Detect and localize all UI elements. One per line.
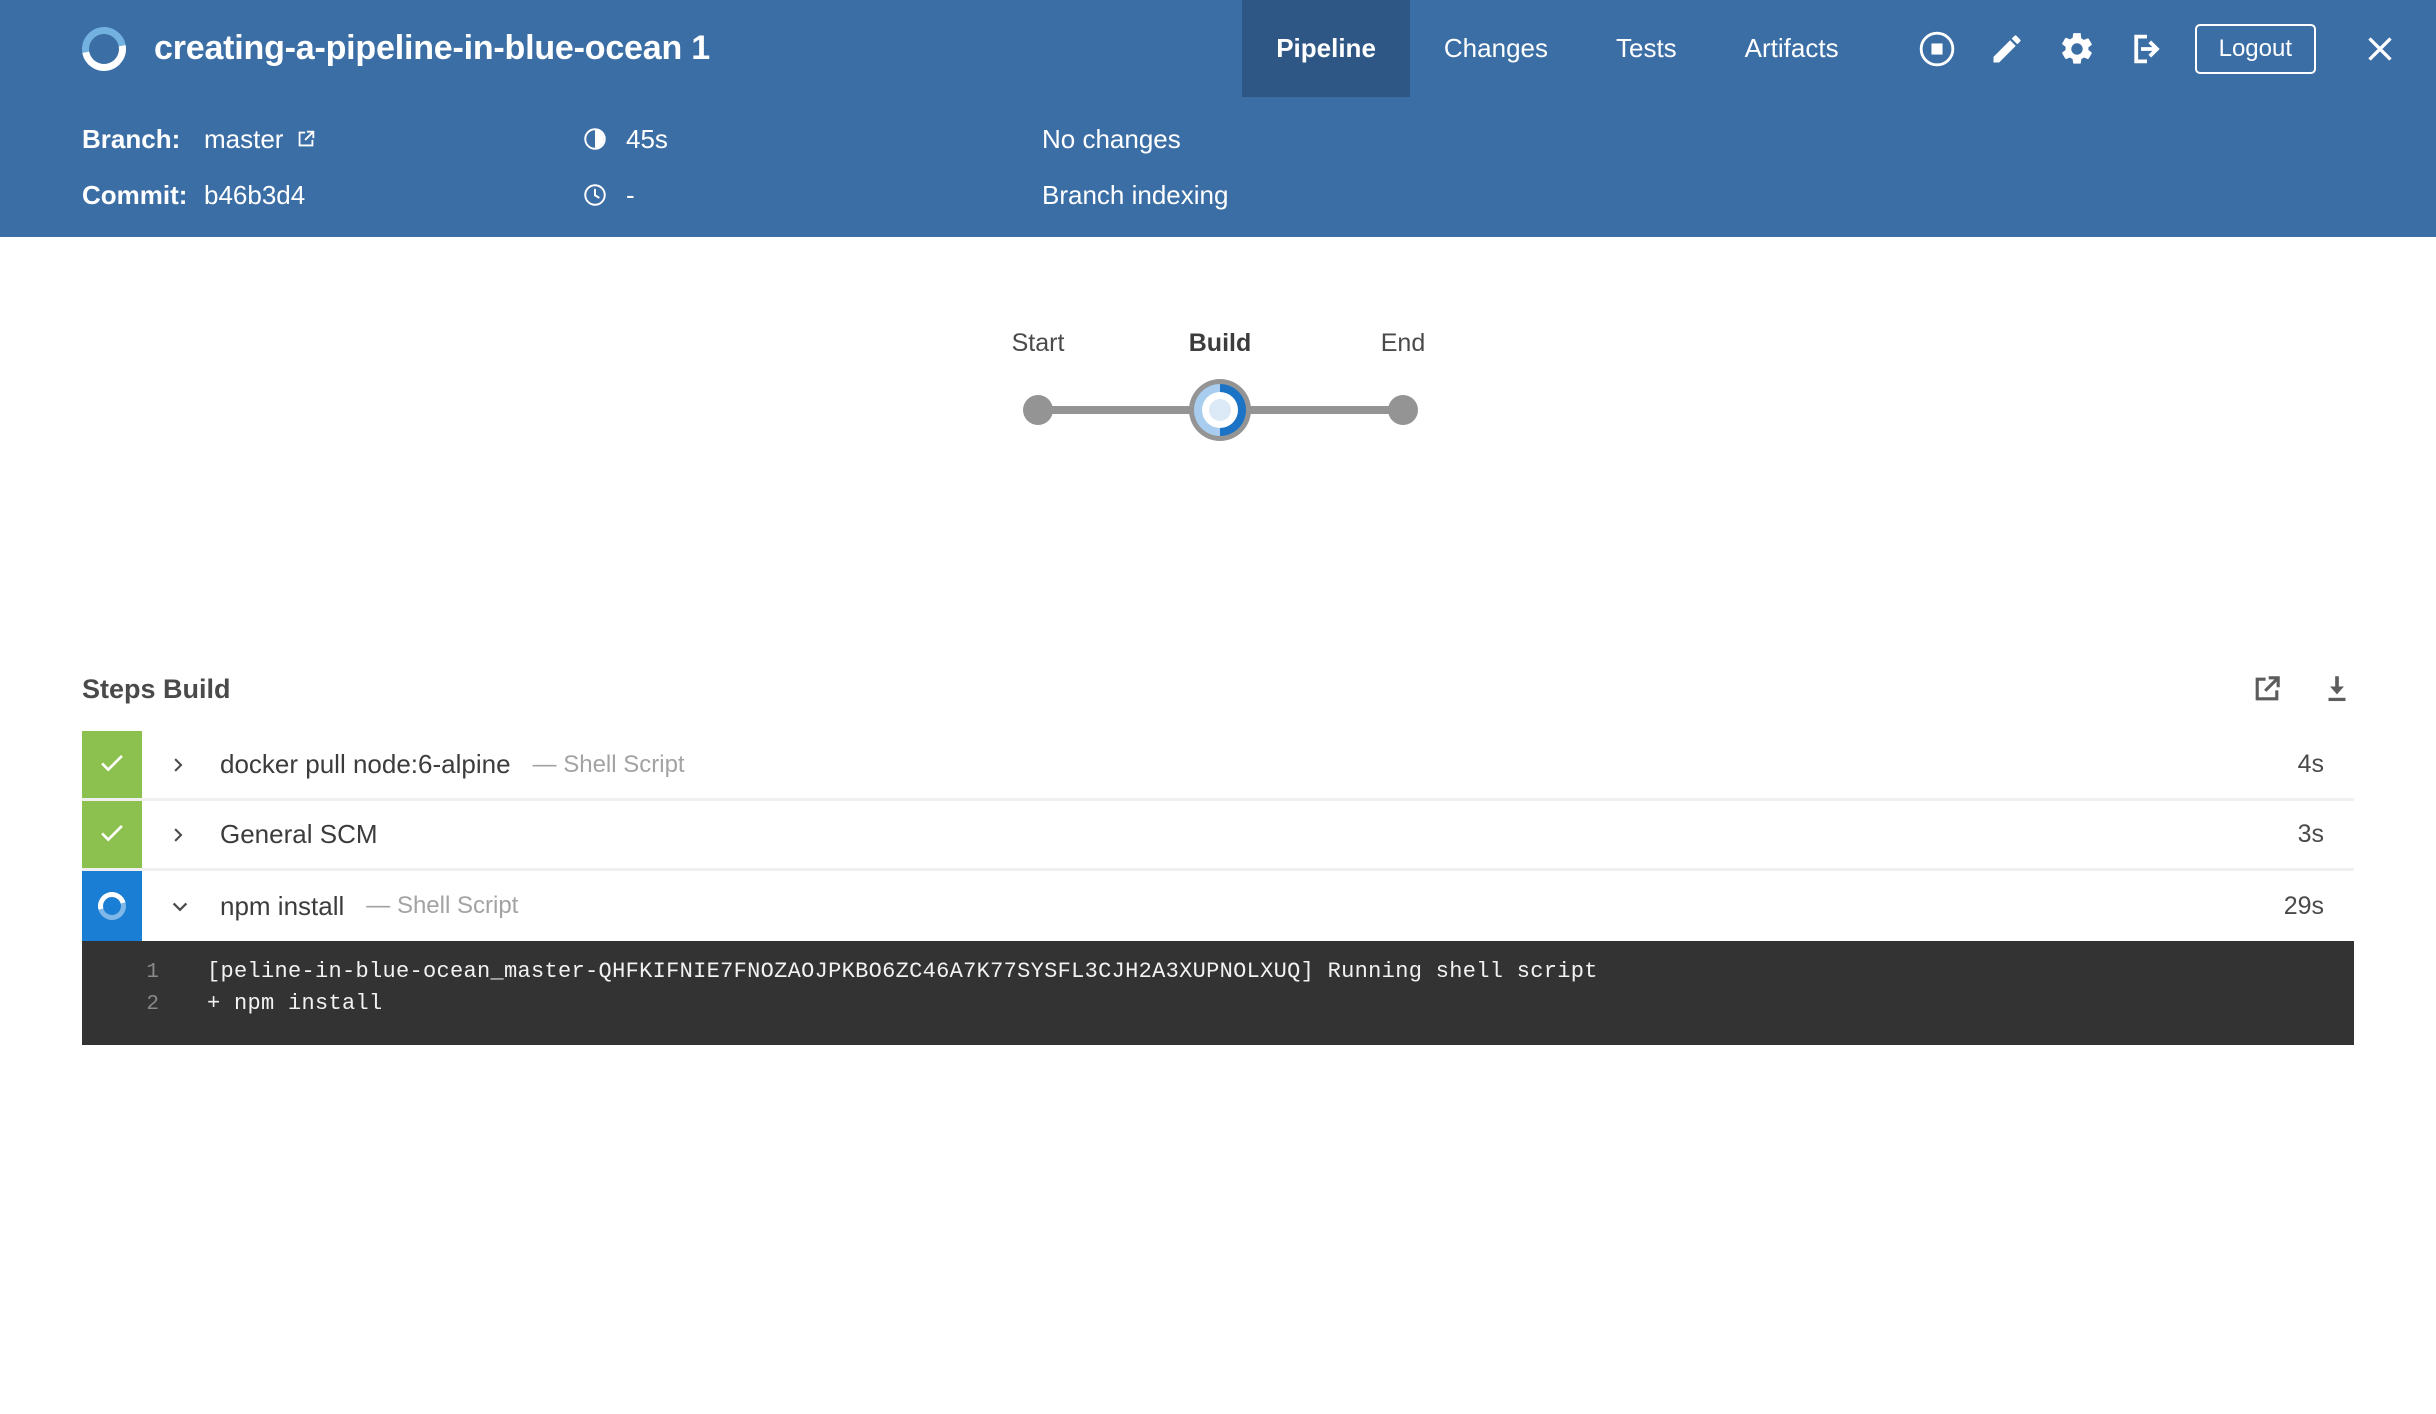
meta-column-timing: 45s - xyxy=(582,111,1042,223)
steps-header-actions xyxy=(2250,672,2354,706)
pipeline-node-build[interactable] xyxy=(1189,379,1251,441)
commit-value[interactable]: b46b3d4 xyxy=(204,180,305,211)
stop-build-icon[interactable] xyxy=(1915,27,1959,71)
branch-row: Branch: master xyxy=(82,111,582,167)
header-spacer xyxy=(710,0,1242,97)
pipeline-node-labels: Start Build End xyxy=(1012,329,1426,379)
commit-row: Commit: b46b3d4 xyxy=(82,167,582,223)
step-name: docker pull node:6-alpine xyxy=(220,749,511,779)
duration-value: 45s xyxy=(626,123,668,154)
time-row: - xyxy=(582,167,1042,223)
step-name: npm install xyxy=(220,890,345,921)
step-duration: 3s xyxy=(2297,820,2324,848)
page-title: creating-a-pipeline-in-blue-ocean 1 xyxy=(154,29,710,67)
log-line-number: 1 xyxy=(146,961,159,984)
step-body: docker pull node:6-alpine — Shell Script xyxy=(142,731,2298,798)
step-status-running xyxy=(82,871,142,941)
tab-artifacts[interactable]: Artifacts xyxy=(1711,0,1873,97)
log-line-text: [peline-in-blue-ocean_master-QHFKIFNIE7F… xyxy=(207,959,1598,984)
check-icon xyxy=(97,817,127,852)
node-label-end: End xyxy=(1380,329,1426,357)
steps-title: Steps Build xyxy=(82,673,231,704)
half-clock-icon xyxy=(582,126,608,152)
tab-tests[interactable]: Tests xyxy=(1582,0,1711,97)
cause-row: Branch indexing xyxy=(1042,167,2436,223)
tab-changes-label: Changes xyxy=(1443,33,1548,63)
tab-tests-label: Tests xyxy=(1615,33,1677,63)
step-name: General SCM xyxy=(220,819,378,849)
logout-arrow-icon[interactable] xyxy=(2125,27,2169,71)
step-type: — Shell Script xyxy=(366,892,519,919)
header-brand: creating-a-pipeline-in-blue-ocean 1 xyxy=(0,0,710,97)
table-row[interactable]: General SCM 3s xyxy=(82,801,2354,871)
meta-column-status: No changes Branch indexing xyxy=(1042,111,2436,223)
step-body: General SCM xyxy=(142,801,2298,868)
open-in-new-icon[interactable] xyxy=(2250,672,2284,706)
node-label-build: Build xyxy=(1188,329,1252,357)
time-value: - xyxy=(626,179,635,210)
pipeline-running-spinner-icon xyxy=(73,17,135,80)
steps-section: Steps Build docker pull node:6-alpine — … xyxy=(0,647,2436,1045)
tab-pipeline[interactable]: Pipeline xyxy=(1242,0,1410,97)
log-line-text: + npm install xyxy=(207,991,383,1016)
console-log[interactable]: 1 [peline-in-blue-ocean_master-QHFKIFNIE… xyxy=(82,941,2354,1045)
close-icon[interactable] xyxy=(2354,23,2406,75)
step-duration: 29s xyxy=(2283,891,2324,920)
cause-text: Branch indexing xyxy=(1042,179,1229,210)
log-line: 1 [peline-in-blue-ocean_master-QHFKIFNIE… xyxy=(82,959,2354,991)
step-type: — Shell Script xyxy=(532,750,685,778)
tab-changes[interactable]: Changes xyxy=(1410,0,1582,97)
steps-header: Steps Build xyxy=(82,647,2354,731)
node-label-start: Start xyxy=(1011,329,1065,357)
changes-row: No changes xyxy=(1042,111,2436,167)
branch-value: master xyxy=(204,123,284,154)
commit-label: Commit: xyxy=(82,179,188,210)
step-status-success xyxy=(82,731,142,798)
chevron-right-icon[interactable] xyxy=(168,754,198,776)
duration-row: 45s xyxy=(582,111,1042,167)
logout-button[interactable]: Logout xyxy=(2194,23,2316,74)
tab-artifacts-label: Artifacts xyxy=(1744,33,1839,63)
clock-icon xyxy=(582,182,608,208)
download-icon[interactable] xyxy=(2320,672,2354,706)
external-link-icon[interactable] xyxy=(295,128,317,150)
chevron-right-icon[interactable] xyxy=(168,824,198,846)
header-actions: Logout xyxy=(1873,0,2436,97)
edit-pipeline-icon[interactable] xyxy=(1985,27,2029,71)
node-ring-core xyxy=(1209,399,1231,421)
log-line-number: 2 xyxy=(146,993,159,1016)
table-row[interactable]: docker pull node:6-alpine — Shell Script… xyxy=(82,731,2354,801)
log-line: 2 + npm install xyxy=(82,991,2354,1023)
pipeline-node-end[interactable] xyxy=(1388,395,1418,425)
app-header: creating-a-pipeline-in-blue-ocean 1 Pipe… xyxy=(0,0,2436,97)
branch-label: Branch: xyxy=(82,123,181,154)
pipeline-graph-area: Start Build End xyxy=(0,237,2436,647)
run-metadata-bar: Branch: master Commit: b46b3d4 45s - No … xyxy=(0,97,2436,237)
spinner-icon xyxy=(92,886,132,926)
chevron-down-icon[interactable] xyxy=(168,894,198,918)
main-tabs: Pipeline Changes Tests Artifacts xyxy=(1242,0,1872,97)
pipeline-node-start[interactable] xyxy=(1023,395,1053,425)
changes-text: No changes xyxy=(1042,123,1181,154)
meta-column-source: Branch: master Commit: b46b3d4 xyxy=(82,111,582,223)
step-body: npm install — Shell Script xyxy=(142,871,2284,941)
table-row[interactable]: npm install — Shell Script 29s xyxy=(82,871,2354,941)
tab-pipeline-label: Pipeline xyxy=(1276,33,1376,63)
step-status-success xyxy=(82,801,142,868)
pipeline-graph: Start Build End xyxy=(1012,329,1426,459)
gear-icon[interactable] xyxy=(2055,27,2099,71)
check-icon xyxy=(97,747,127,782)
step-duration: 4s xyxy=(2297,750,2324,778)
